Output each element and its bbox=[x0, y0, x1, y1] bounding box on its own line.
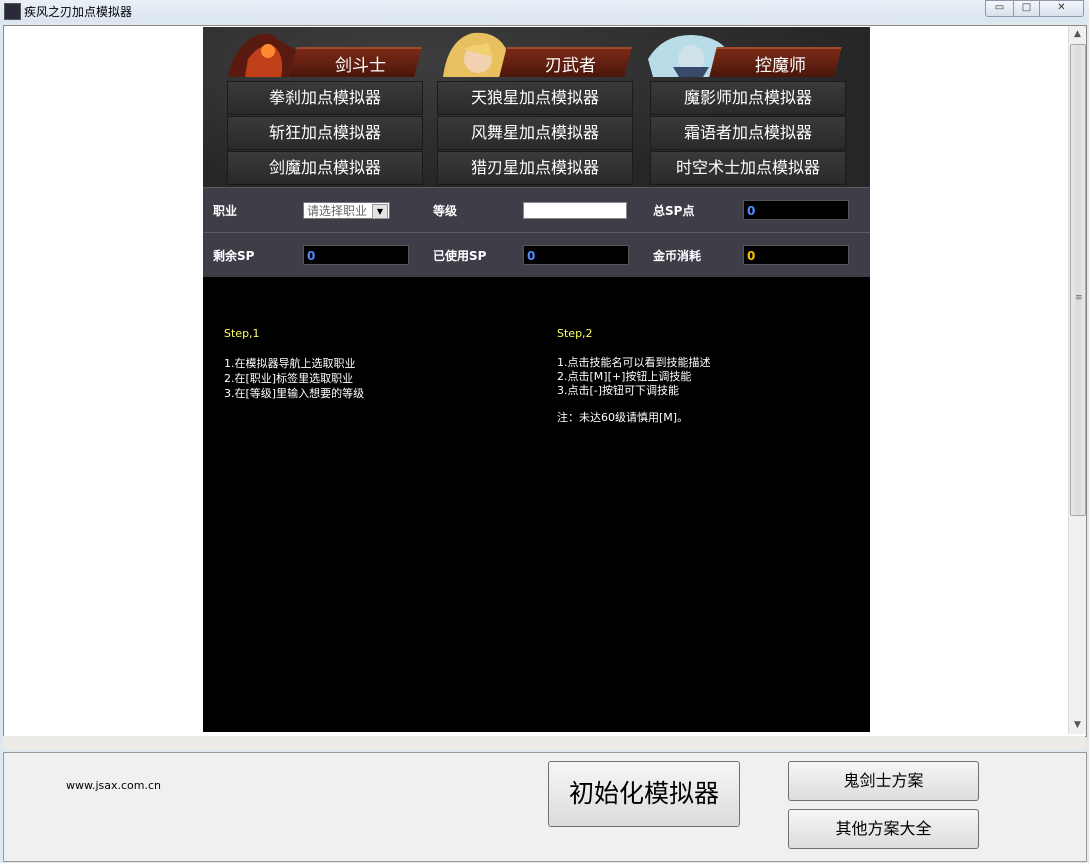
class-header-blade: 刃武者 bbox=[433, 27, 643, 79]
step1-line: 3.在[等级]里输入想要的等级 bbox=[224, 387, 365, 400]
title-bar: 疾风之刃加点模拟器 ▭ □ ✕ bbox=[0, 0, 1089, 22]
class-title-blade: 刃武者 bbox=[545, 56, 596, 76]
nav-item-shikongshushi[interactable]: 时空术士加点模拟器 bbox=[650, 151, 846, 185]
job-label: 职业 bbox=[213, 204, 238, 218]
close-button[interactable]: ✕ bbox=[1039, 0, 1084, 17]
remaining-sp-label: 剩余SP bbox=[213, 249, 255, 263]
vertical-scrollbar[interactable]: ▲ ≡ ▼ bbox=[1068, 26, 1086, 734]
level-label: 等级 bbox=[433, 204, 458, 218]
maximize-button[interactable]: □ bbox=[1013, 0, 1040, 17]
nav-item-lierenxing[interactable]: 猎刃星加点模拟器 bbox=[437, 151, 633, 185]
class-navigation: 剑斗士 刃武者 控魔师 拳刹加点模拟器 斩狂加点模拟器 剑魔加点模拟器 天狼星加… bbox=[203, 27, 870, 187]
step2-line: 3.点击[-]按钮可下调技能 bbox=[557, 384, 680, 397]
scroll-thumb[interactable]: ≡ bbox=[1070, 44, 1086, 516]
class-title-mage: 控魔师 bbox=[755, 56, 806, 76]
nav-item-fengwuxing[interactable]: 风舞星加点模拟器 bbox=[437, 116, 633, 150]
step2-title: Step,2 bbox=[557, 327, 593, 340]
ghost-swordsman-plan-button[interactable]: 鬼剑士方案 bbox=[788, 761, 979, 801]
level-input[interactable] bbox=[523, 202, 627, 219]
step2-note: 注：未达60级请慎用[M]。 bbox=[557, 411, 689, 424]
scroll-up-icon[interactable]: ▲ bbox=[1069, 26, 1086, 43]
nav-item-quansha[interactable]: 拳刹加点模拟器 bbox=[227, 81, 423, 115]
total-sp-value: 0 bbox=[743, 200, 849, 220]
job-select-value: 请选择职业 bbox=[307, 204, 368, 218]
nav-item-zhankuang[interactable]: 斩狂加点模拟器 bbox=[227, 116, 423, 150]
nav-item-moyingshi[interactable]: 魔影师加点模拟器 bbox=[650, 81, 846, 115]
gold-label: 金币消耗 bbox=[653, 249, 702, 263]
step1-line: 1.在模拟器导航上选取职业 bbox=[224, 357, 356, 370]
nav-item-tianlangxing[interactable]: 天狼星加点模拟器 bbox=[437, 81, 633, 115]
total-sp-label: 总SP点 bbox=[653, 204, 695, 218]
used-sp-label: 已使用SP bbox=[433, 249, 487, 263]
scroll-down-icon[interactable]: ▼ bbox=[1069, 717, 1086, 734]
nav-item-shuangyuzhe[interactable]: 霜语者加点模拟器 bbox=[650, 116, 846, 150]
minimize-button[interactable]: ▭ bbox=[985, 0, 1014, 17]
remaining-sp-value: 0 bbox=[303, 245, 409, 265]
frame-footer-strip bbox=[3, 736, 1085, 750]
step1-line: 2.在[职业]标签里选取职业 bbox=[224, 372, 354, 385]
gold-value: 0 bbox=[743, 245, 849, 265]
form-row-2: 剩余SP 0 已使用SP 0 金币消耗 0 bbox=[203, 232, 870, 277]
used-sp-value: 0 bbox=[523, 245, 629, 265]
job-select[interactable]: 请选择职业 ▼ bbox=[303, 202, 390, 219]
class-header-mage: 控魔师 bbox=[643, 27, 853, 79]
grip-icon: ≡ bbox=[1075, 293, 1083, 303]
step1-title: Step,1 bbox=[224, 327, 260, 340]
form-row-1: 职业 请选择职业 ▼ 等级 总SP点 0 bbox=[203, 187, 870, 232]
class-title-warrior: 剑斗士 bbox=[335, 56, 386, 76]
other-plans-button[interactable]: 其他方案大全 bbox=[788, 809, 979, 849]
chevron-down-icon: ▼ bbox=[372, 204, 388, 219]
class-header-warrior: 剑斗士 bbox=[223, 27, 433, 79]
window-title: 疾风之刃加点模拟器 bbox=[24, 5, 133, 19]
simulator-panel: 剑斗士 刃武者 控魔师 拳刹加点模拟器 斩狂加点模拟器 剑魔加点模拟器 天狼星加… bbox=[203, 27, 870, 732]
site-url: www.jsax.com.cn bbox=[66, 779, 162, 792]
nav-item-jianmo[interactable]: 剑魔加点模拟器 bbox=[227, 151, 423, 185]
init-simulator-button[interactable]: 初始化模拟器 bbox=[548, 761, 740, 827]
app-icon bbox=[4, 3, 21, 20]
